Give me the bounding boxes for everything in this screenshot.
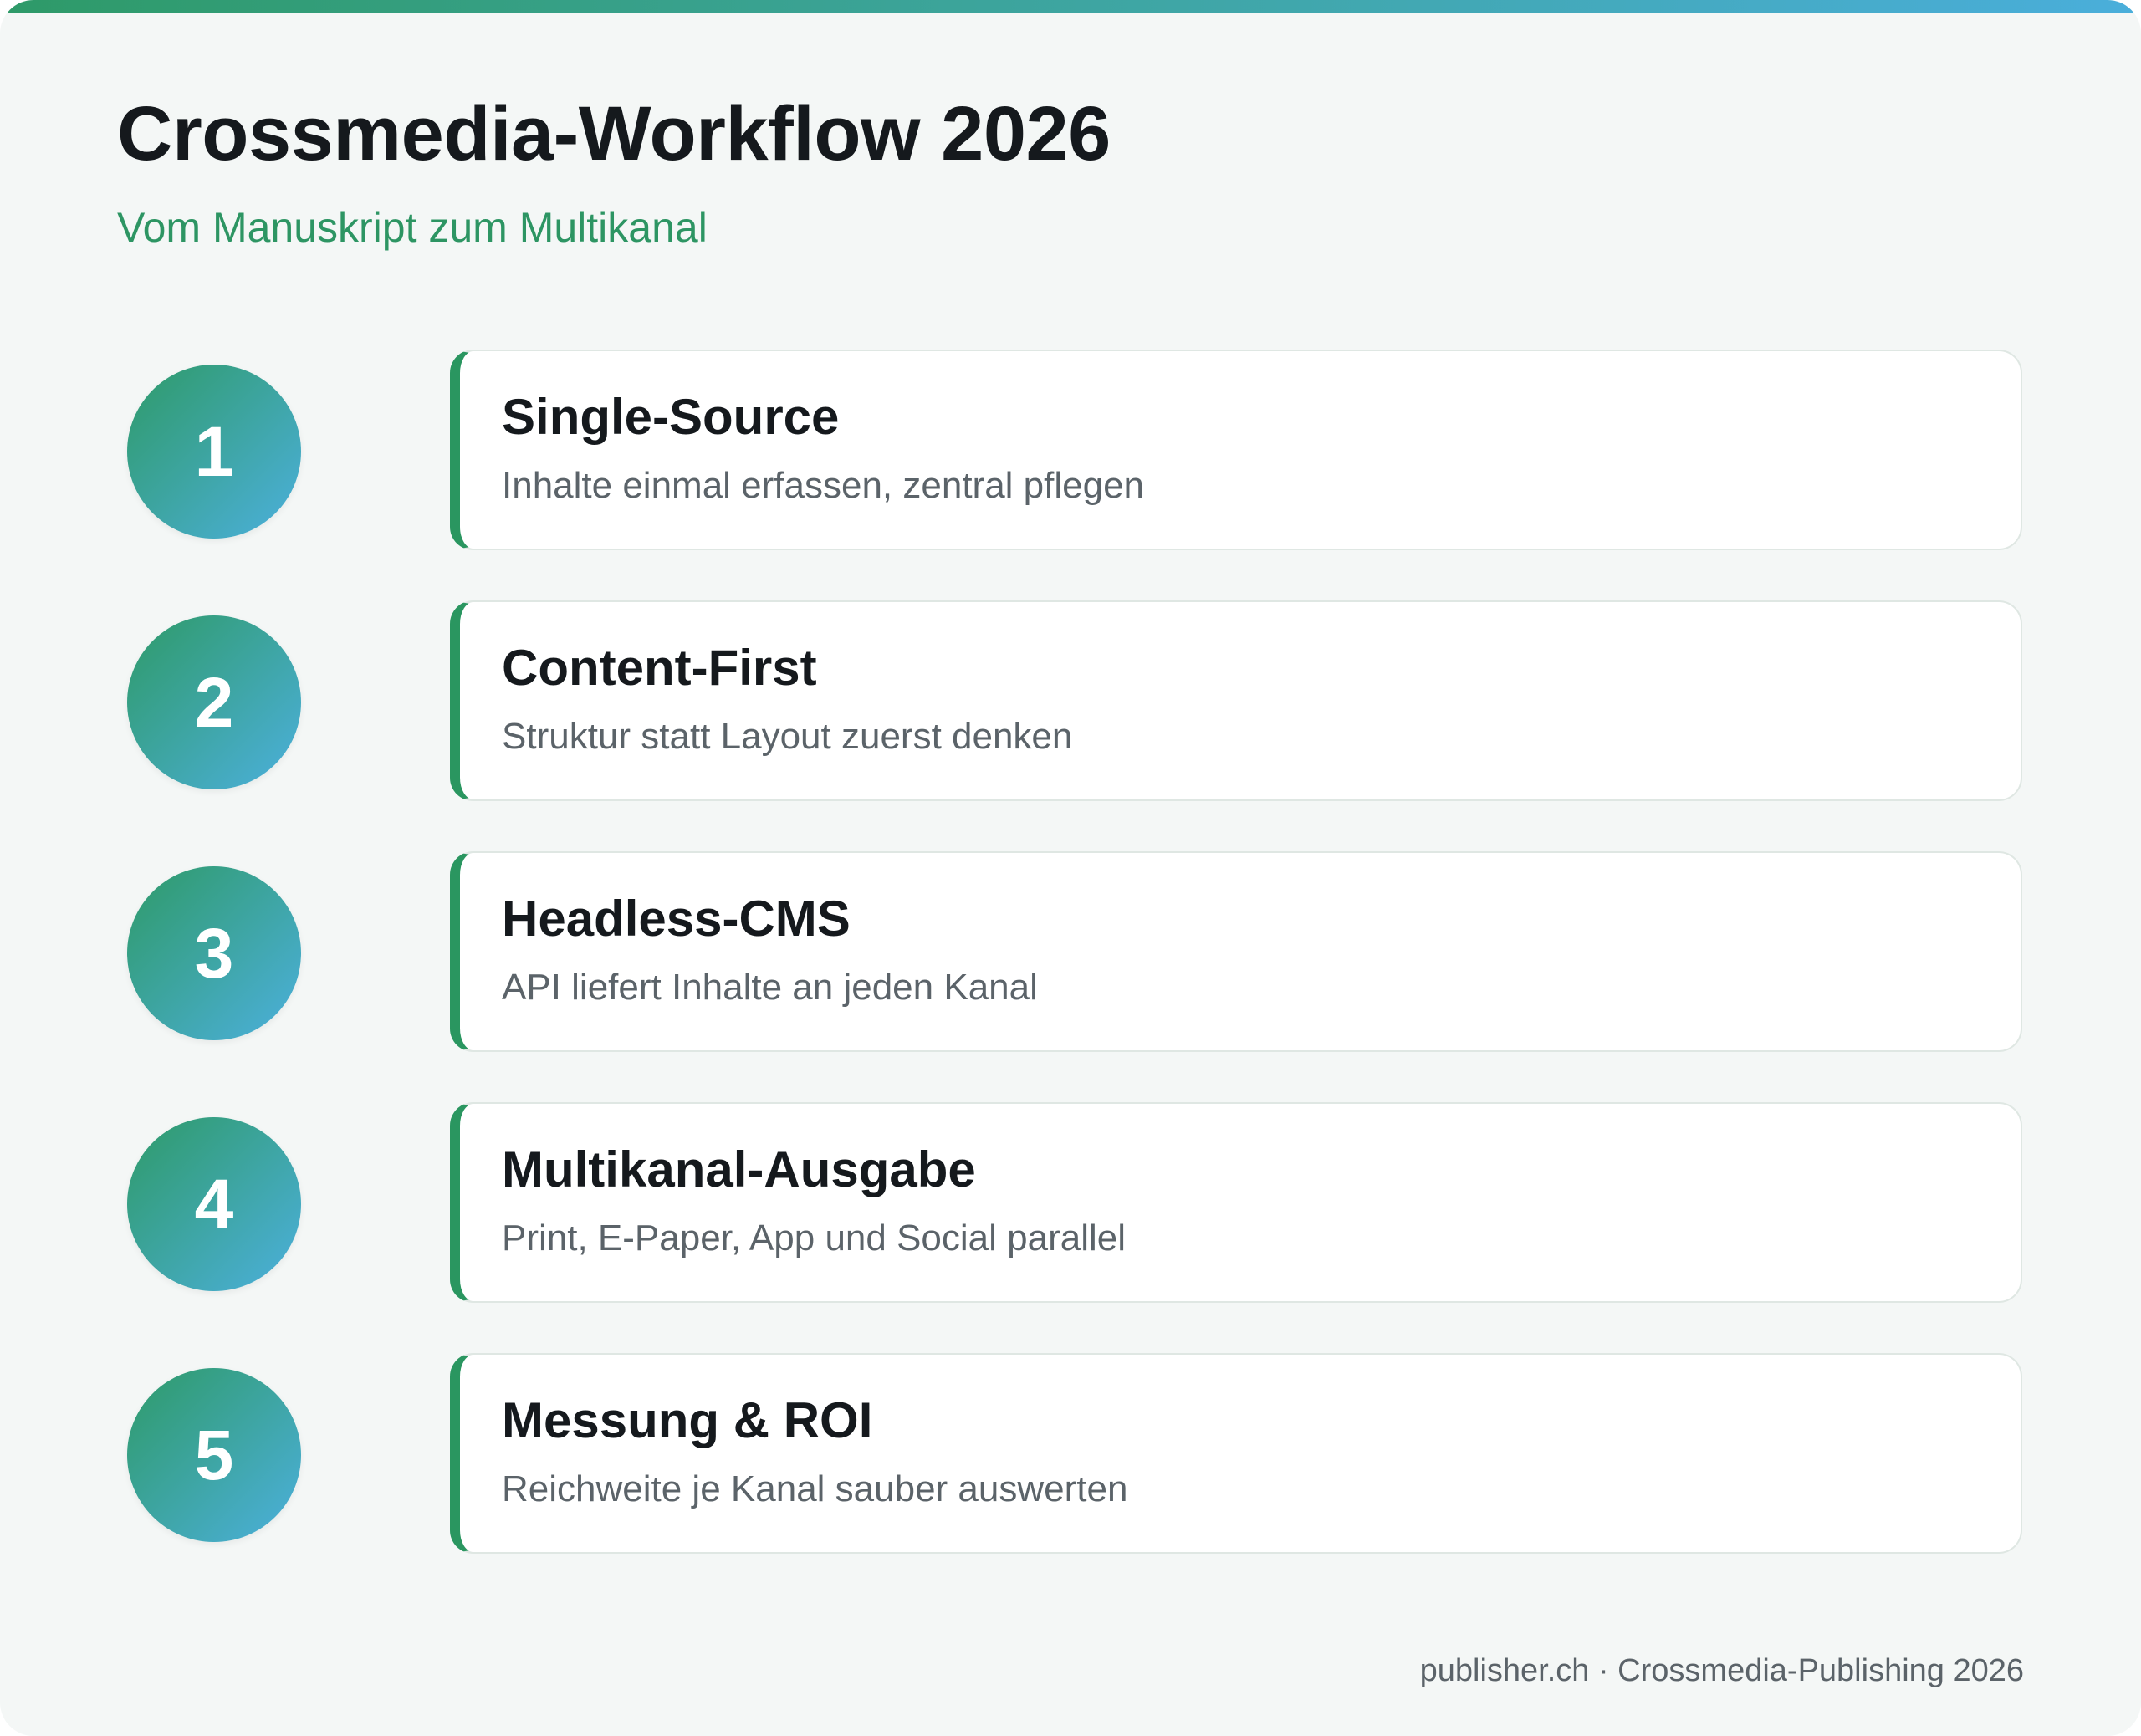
workflow-step-4: 4 Multikanal-Ausgabe Print, E-Paper, App… [0,1102,2141,1305]
top-accent-bar [0,0,2141,13]
step-description: Print, E-Paper, App und Social parallel [502,1218,1127,1259]
step-number-badge: 3 [127,866,301,1040]
workflow-step-5: 5 Messung & ROI Reichweite je Kanal saub… [0,1353,2141,1555]
step-title: Content-First [502,640,817,696]
step-title: Messung & ROI [502,1392,873,1448]
step-number-badge: 2 [127,615,301,789]
step-card: Single-Source Inhalte einmal erfassen, z… [450,350,2022,550]
workflow-step-2: 2 Content-First Struktur statt Layout zu… [0,600,2141,803]
step-description: Struktur statt Layout zuerst denken [502,716,1073,757]
step-card: Headless-CMS API liefert Inhalte an jede… [450,851,2022,1052]
step-card: Multikanal-Ausgabe Print, E-Paper, App u… [450,1102,2022,1303]
step-title: Single-Source [502,389,840,445]
step-title: Headless-CMS [502,891,851,947]
step-number-badge: 5 [127,1368,301,1542]
step-number-badge: 1 [127,365,301,539]
step-card: Content-First Struktur statt Layout zuer… [450,600,2022,801]
footer-credit: publisher.ch · Crossmedia-Publishing 202… [1419,1653,2024,1688]
step-title: Multikanal-Ausgabe [502,1141,976,1197]
page-title: Crossmedia-Workflow 2026 [117,91,1111,176]
workflow-step-1: 1 Single-Source Inhalte einmal erfassen,… [0,350,2141,552]
step-card: Messung & ROI Reichweite je Kanal sauber… [450,1353,2022,1554]
step-description: Reichweite je Kanal sauber auswerten [502,1468,1128,1509]
infographic-frame: Crossmedia-Workflow 2026 Vom Manuskript … [0,0,2141,1736]
workflow-step-3: 3 Headless-CMS API liefert Inhalte an je… [0,851,2141,1054]
step-number-badge: 4 [127,1117,301,1291]
step-description: API liefert Inhalte an jeden Kanal [502,967,1038,1008]
page-subtitle: Vom Manuskript zum Multikanal [117,204,708,251]
step-description: Inhalte einmal erfassen, zentral pflegen [502,465,1145,506]
